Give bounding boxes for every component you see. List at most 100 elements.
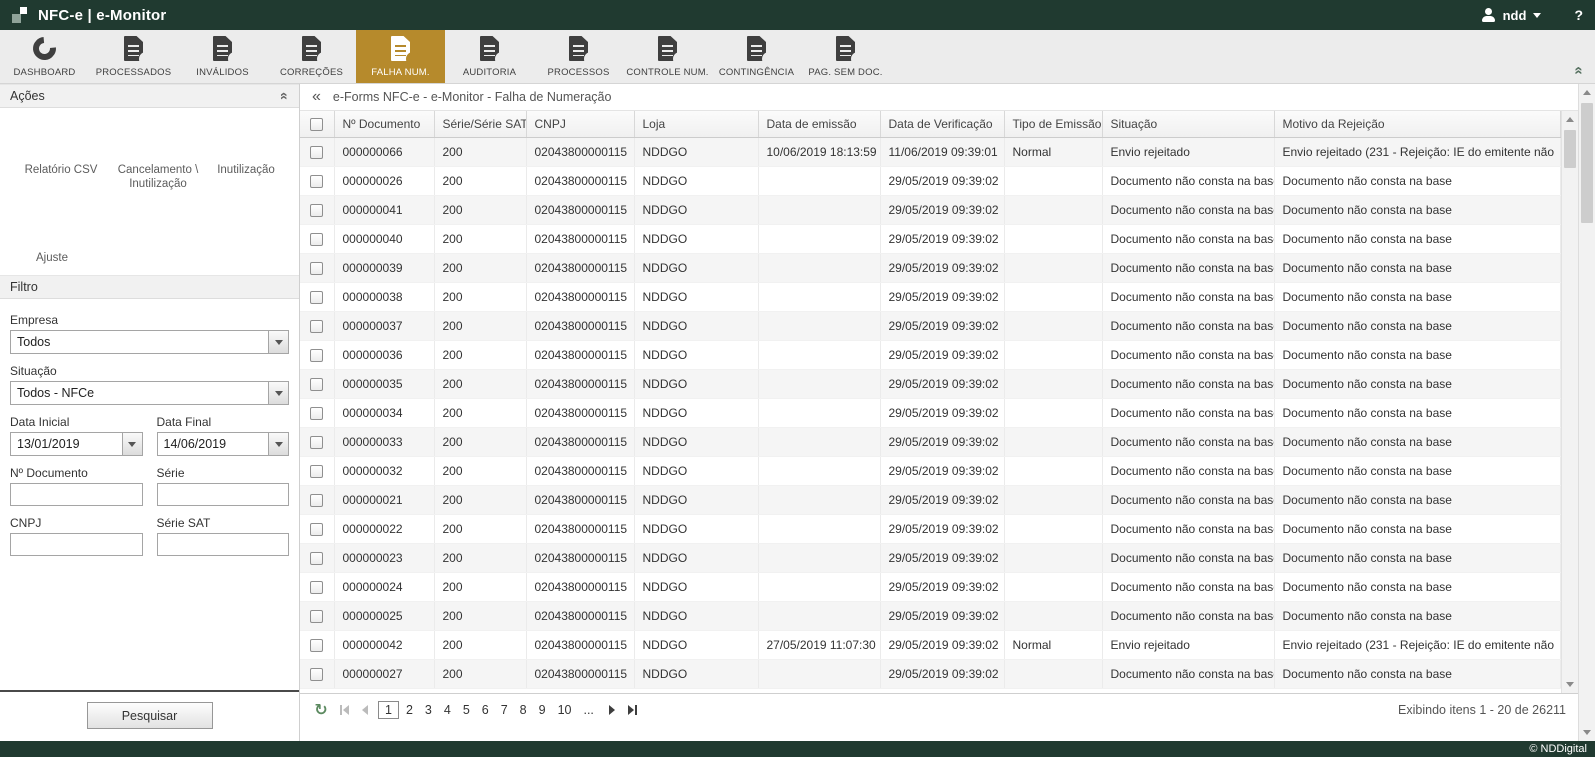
actions-collapse-icon[interactable] bbox=[281, 88, 289, 104]
toolbar-item[interactable]: ✓ CONTINGÊNCIA bbox=[712, 30, 801, 83]
cell-data-emissao bbox=[758, 514, 880, 543]
window-scrollbar-thumb[interactable] bbox=[1581, 103, 1593, 223]
scroll-down-icon[interactable] bbox=[1579, 724, 1595, 741]
page-number[interactable]: 1 bbox=[378, 701, 399, 719]
scroll-up-icon[interactable] bbox=[1579, 84, 1595, 101]
toolbar-item[interactable]: ✎ CORREÇÕES bbox=[267, 30, 356, 83]
row-checkbox[interactable] bbox=[310, 610, 323, 623]
cell-data-emissao bbox=[758, 601, 880, 630]
cell-loja: NDDGO bbox=[634, 601, 758, 630]
page-number[interactable]: 7 bbox=[496, 701, 513, 719]
row-checkbox[interactable] bbox=[310, 291, 323, 304]
cell-tipo-emissao bbox=[1004, 543, 1102, 572]
column-header[interactable]: Série/Série SAT bbox=[434, 111, 526, 137]
cell-situacao: Documento não consta na base bbox=[1102, 311, 1274, 340]
toolbar-item[interactable]: ✓ PROCESSADOS bbox=[89, 30, 178, 83]
toolbar-item[interactable]: i PAG. SEM DOC. bbox=[801, 30, 890, 83]
user-menu[interactable]: ndd bbox=[1503, 8, 1527, 23]
toolbar-item[interactable]: × INVÁLIDOS bbox=[178, 30, 267, 83]
row-checkbox[interactable] bbox=[310, 233, 323, 246]
column-header[interactable]: Data de emissão bbox=[758, 111, 880, 137]
page-number[interactable]: 3 bbox=[420, 701, 437, 719]
empresa-select[interactable]: Todos bbox=[10, 330, 289, 354]
scroll-down-icon[interactable] bbox=[1562, 676, 1578, 693]
toolbar-item[interactable]: − FALHA NUM. bbox=[356, 30, 445, 83]
column-header[interactable]: CNPJ bbox=[526, 111, 634, 137]
page-number[interactable]: 2 bbox=[401, 701, 418, 719]
page-number[interactable]: 5 bbox=[458, 701, 475, 719]
next-page-button[interactable] bbox=[606, 705, 618, 715]
page-number[interactable]: 8 bbox=[515, 701, 532, 719]
row-checkbox[interactable] bbox=[310, 262, 323, 275]
row-checkbox[interactable] bbox=[310, 349, 323, 362]
prev-page-button[interactable] bbox=[359, 705, 371, 715]
situacao-select[interactable]: Todos - NFCe bbox=[10, 381, 289, 405]
action-button[interactable]: x Relatório CSV bbox=[8, 120, 114, 192]
action-button[interactable]: ✎ Ajuste bbox=[8, 208, 96, 265]
row-checkbox[interactable] bbox=[310, 494, 323, 507]
data-inicial-dropdown-button[interactable] bbox=[122, 433, 142, 455]
first-page-button[interactable] bbox=[337, 705, 352, 715]
column-header[interactable]: Motivo da Rejeição bbox=[1274, 111, 1561, 137]
toolbar-item[interactable]: DASHBOARD bbox=[0, 30, 89, 83]
column-header[interactable]: Data de Verificação bbox=[880, 111, 1004, 137]
row-checkbox[interactable] bbox=[310, 436, 323, 449]
data-final-dropdown-button[interactable] bbox=[268, 433, 288, 455]
row-checkbox[interactable] bbox=[310, 639, 323, 652]
row-checkbox[interactable] bbox=[310, 581, 323, 594]
column-header[interactable]: Situação bbox=[1102, 111, 1274, 137]
cell-num-documento: 000000041 bbox=[334, 195, 434, 224]
cell-data-emissao bbox=[758, 253, 880, 282]
serie-input[interactable] bbox=[157, 483, 290, 506]
table-scrollbar-thumb[interactable] bbox=[1564, 130, 1576, 168]
cell-loja: NDDGO bbox=[634, 572, 758, 601]
column-header[interactable]: Nº Documento bbox=[334, 111, 434, 137]
scroll-up-icon[interactable] bbox=[1562, 111, 1578, 128]
row-checkbox[interactable] bbox=[310, 320, 323, 333]
toolbar-item[interactable]: ⚙ PROCESSOS bbox=[534, 30, 623, 83]
data-final-picker[interactable]: 14/06/2019 bbox=[157, 432, 290, 456]
search-button[interactable]: Pesquisar bbox=[87, 702, 213, 729]
table-body: 000000066 200 02043800000115 NDDGO 10/06… bbox=[300, 137, 1561, 688]
toolbar-item[interactable]: i AUDITORIA bbox=[445, 30, 534, 83]
help-icon[interactable]: ? bbox=[1574, 7, 1583, 23]
row-checkbox[interactable] bbox=[310, 668, 323, 681]
select-all-checkbox[interactable] bbox=[310, 118, 323, 131]
last-page-button[interactable] bbox=[625, 705, 640, 715]
serie-sat-input[interactable] bbox=[157, 533, 290, 556]
cell-serie: 200 bbox=[434, 630, 526, 659]
sidebar-collapse-icon[interactable]: « bbox=[312, 89, 321, 105]
situacao-dropdown-button[interactable] bbox=[268, 382, 288, 404]
page-number[interactable]: 6 bbox=[477, 701, 494, 719]
window-scrollbar[interactable] bbox=[1578, 84, 1595, 741]
ajuste-icon: ✎ bbox=[37, 208, 67, 246]
row-checkbox[interactable] bbox=[310, 407, 323, 420]
ribbon-collapse-icon[interactable] bbox=[1575, 62, 1583, 79]
user-menu-caret-icon[interactable] bbox=[1533, 13, 1541, 18]
cnpj-input[interactable] bbox=[10, 533, 143, 556]
column-header[interactable]: Loja bbox=[634, 111, 758, 137]
page-number[interactable]: 10 bbox=[553, 701, 577, 719]
row-checkbox[interactable] bbox=[310, 465, 323, 478]
refresh-icon[interactable] bbox=[312, 700, 330, 720]
empresa-dropdown-button[interactable] bbox=[268, 331, 288, 353]
cell-situacao: Envio rejeitado bbox=[1102, 137, 1274, 166]
table-scrollbar[interactable] bbox=[1561, 111, 1578, 693]
page-number[interactable]: ... bbox=[578, 701, 598, 719]
page-number[interactable]: 4 bbox=[439, 701, 456, 719]
num-documento-input[interactable] bbox=[10, 483, 143, 506]
row-checkbox[interactable] bbox=[310, 175, 323, 188]
row-checkbox[interactable] bbox=[310, 204, 323, 217]
data-inicial-picker[interactable]: 13/01/2019 bbox=[10, 432, 143, 456]
action-button[interactable]: ⊘ Cancelamento \ Inutilização bbox=[114, 120, 202, 192]
toolbar-item-label: CONTINGÊNCIA bbox=[719, 67, 794, 78]
row-checkbox[interactable] bbox=[310, 378, 323, 391]
page-number[interactable]: 9 bbox=[534, 701, 551, 719]
toolbar-item[interactable]: i CONTROLE NUM. bbox=[623, 30, 712, 83]
row-checkbox[interactable] bbox=[310, 146, 323, 159]
row-checkbox[interactable] bbox=[310, 552, 323, 565]
column-header[interactable]: Tipo de Emissão bbox=[1004, 111, 1102, 137]
action-button[interactable]: ⊘ Inutilização bbox=[202, 120, 290, 192]
cell-num-documento: 000000033 bbox=[334, 427, 434, 456]
row-checkbox[interactable] bbox=[310, 523, 323, 536]
